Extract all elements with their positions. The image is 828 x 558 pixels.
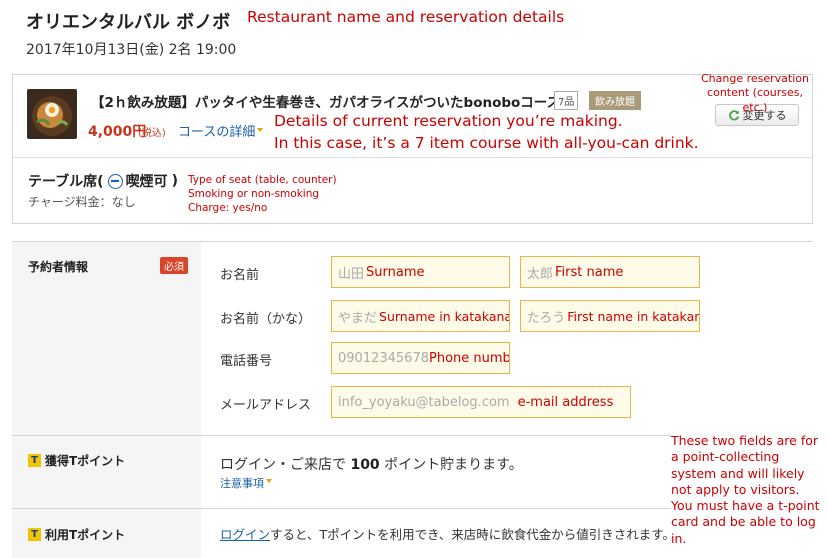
annotation-seat-1: Type of seat (table, counter) xyxy=(188,174,337,186)
annotation-seat-3: Charge: yes/no xyxy=(188,202,268,214)
notes-link[interactable]: 注意事項 xyxy=(220,475,264,491)
surname-kana-placeholder: やまだ xyxy=(338,310,378,326)
email-input[interactable]: info_yoyaku@tabelog.com e-mail address xyxy=(331,386,631,418)
points-earn-suffix: ポイント貯まります。 xyxy=(384,457,523,473)
firstname-kana-input[interactable]: たろう First name in katakana xyxy=(520,300,700,332)
annotation-seat-2: Smoking or non-smoking xyxy=(188,188,320,200)
annotation-firstname: First name xyxy=(555,264,624,280)
firstname-placeholder: 太郎 xyxy=(527,266,554,282)
use-tpoint-label: T 利用Tポイント xyxy=(28,526,125,543)
earn-tpoint-label: T 獲得Tポイント xyxy=(28,452,125,469)
card-divider xyxy=(13,157,812,158)
surname-kana-input[interactable]: やまだ Surname in katakana xyxy=(331,300,510,332)
items-count-badge: 7品 xyxy=(554,91,579,110)
annotation-tpoint: These two fields are for a point-collect… xyxy=(671,433,821,547)
restaurant-name: オリエンタルバル ボノボ xyxy=(26,12,231,33)
course-food-image xyxy=(27,89,77,139)
annotation-restaurant: Restaurant name and reservation details xyxy=(247,8,565,26)
chevron-down-icon xyxy=(257,128,263,132)
price-tax-note: (税込) xyxy=(138,128,166,139)
chevron-down-icon xyxy=(266,479,272,483)
reserver-info-label: 予約者情報 xyxy=(28,260,89,274)
course-name: 【2ｈ飲み放題】パッタイや生春巻き、ガパオライスがついたbonoboコース★ xyxy=(91,95,573,111)
points-use-description: すると、Tポイントを利用でき、来店時に飲食代金から値引きされます。 xyxy=(270,527,676,542)
name-kana-label: お名前（かな） xyxy=(220,312,312,327)
reservation-date: 2017年10月13日(金) 2名 19:00 xyxy=(26,42,237,58)
points-use-text: ログインすると、Tポイントを利用でき、来店時に飲食代金から値引きされます。 xyxy=(220,524,675,543)
surname-placeholder: 山田 xyxy=(338,266,365,282)
earn-tpoint-text: 獲得Tポイント xyxy=(45,454,126,468)
email-placeholder: info_yoyaku@tabelog.com xyxy=(338,394,510,410)
smoking-icon xyxy=(107,173,123,189)
annotation-change: Change reservation content (courses, etc… xyxy=(700,72,809,114)
course-detail-link[interactable]: コースの詳細 xyxy=(178,121,255,140)
tpoint-icon: T xyxy=(28,454,41,467)
firstname-input[interactable]: 太郎 First name xyxy=(520,256,700,288)
annotation-email: e-mail address xyxy=(517,394,614,410)
form-label-column xyxy=(12,242,201,558)
login-link[interactable]: ログイン xyxy=(220,527,270,542)
seat-type-label: テーブル席( xyxy=(28,174,104,190)
tpoint-icon: T xyxy=(28,528,41,541)
annotation-details-2: In this case, it’s a 7 item course with … xyxy=(274,134,699,152)
points-earn-prefix: ログイン・ご来店で xyxy=(220,457,346,473)
firstname-kana-placeholder: たろう xyxy=(527,310,566,326)
annotation-firstname-kana: First name in katakana xyxy=(567,308,700,324)
surname-input[interactable]: 山田 Surname xyxy=(331,256,510,288)
phone-label: 電話番号 xyxy=(220,354,273,369)
annotation-surname: Surname xyxy=(366,264,425,280)
annotation-details-1: Details of current reservation you’re ma… xyxy=(274,112,623,130)
seat-type: テーブル席( 喫煙可 ) xyxy=(28,171,178,191)
required-badge: 必須 xyxy=(160,257,188,274)
all-you-can-drink-badge: 飲み放題 xyxy=(589,91,641,110)
phone-placeholder: 09012345678 xyxy=(338,350,429,366)
points-earn-text: ログイン・ご来店で 100 ポイント貯まります。 xyxy=(220,454,523,474)
smoking-status: 喫煙可 xyxy=(125,174,168,190)
annotation-phone: Phone number xyxy=(428,350,510,366)
points-earn-amount: 100 xyxy=(350,457,380,473)
charge-info: チャージ料金：なし xyxy=(28,195,136,209)
seat-type-close: ) xyxy=(171,173,178,189)
email-label: メールアドレス xyxy=(220,398,312,413)
use-tpoint-text: 利用Tポイント xyxy=(45,528,126,542)
annotation-surname-kana: Surname in katakana xyxy=(379,308,510,324)
name-label: お名前 xyxy=(220,268,260,283)
phone-input[interactable]: 09012345678 Phone number xyxy=(331,342,510,374)
